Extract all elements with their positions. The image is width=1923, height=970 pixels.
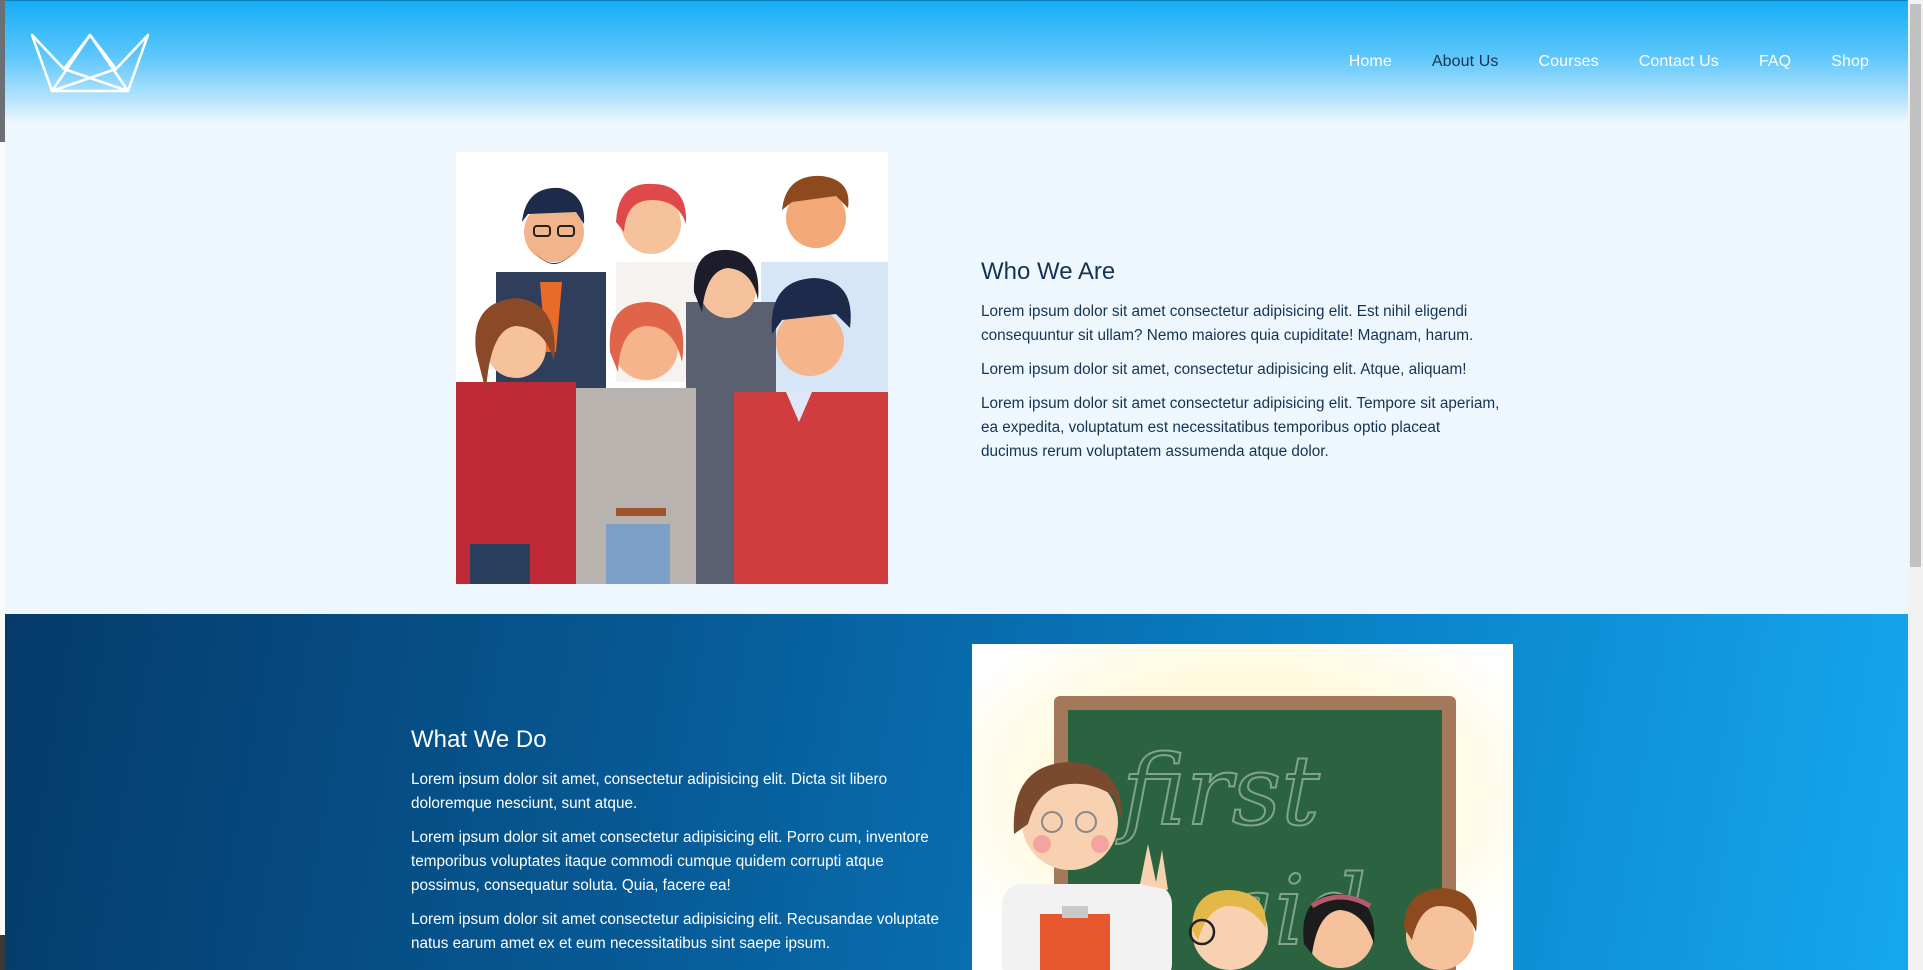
- nav-home[interactable]: Home: [1349, 53, 1392, 71]
- scrollbar-thumb[interactable]: [1910, 4, 1921, 567]
- classroom-illustration: first aid: [972, 644, 1513, 970]
- chalkboard-first: first: [1116, 735, 1320, 847]
- nav-about-us[interactable]: About Us: [1432, 53, 1499, 71]
- team-illustration: [456, 152, 888, 584]
- what-we-do-text: What We Do Lorem ipsum dolor sit amet, c…: [411, 726, 941, 966]
- page-scrollbar[interactable]: [1908, 0, 1923, 970]
- who-paragraph-2: Lorem ipsum dolor sit amet, consectetur …: [981, 361, 1467, 378]
- nav-shop[interactable]: Shop: [1831, 53, 1869, 71]
- what-we-do-title: What We Do: [411, 726, 547, 753]
- what-we-do-section: What We Do Lorem ipsum dolor sit amet, c…: [5, 614, 1908, 970]
- who-paragraph-3: Lorem ipsum dolor sit amet consectetur a…: [981, 395, 1500, 460]
- who-we-are-section: Who We Are Lorem ipsum dolor sit amet co…: [981, 258, 1501, 474]
- site-header: Home About Us Courses Contact Us FAQ Sho…: [5, 0, 1908, 123]
- nav-courses[interactable]: Courses: [1538, 53, 1598, 71]
- what-paragraph-2: Lorem ipsum dolor sit amet consectetur a…: [411, 829, 929, 894]
- what-paragraph-1: Lorem ipsum dolor sit amet, consectetur …: [411, 771, 888, 812]
- who-we-are-title: Who We Are: [981, 258, 1116, 285]
- main-nav: Home About Us Courses Contact Us FAQ Sho…: [1309, 53, 1869, 71]
- nav-faq[interactable]: FAQ: [1759, 53, 1791, 71]
- what-paragraph-3: Lorem ipsum dolor sit amet consectetur a…: [411, 911, 940, 952]
- page: Home About Us Courses Contact Us FAQ Sho…: [5, 0, 1908, 970]
- nav-contact-us[interactable]: Contact Us: [1639, 53, 1719, 71]
- crown-icon[interactable]: [30, 31, 150, 93]
- who-paragraph-1: Lorem ipsum dolor sit amet consectetur a…: [981, 303, 1474, 344]
